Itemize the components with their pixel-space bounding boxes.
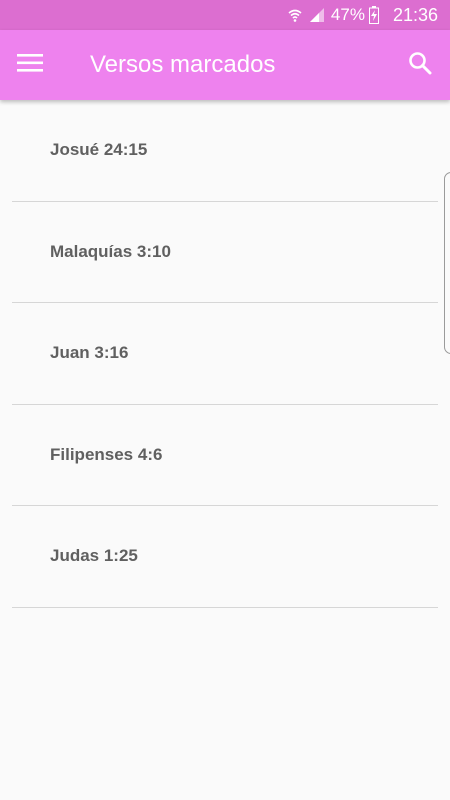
- status-bar: 47% 21:36: [0, 0, 450, 30]
- edge-panel-handle[interactable]: [444, 172, 450, 354]
- search-icon: [408, 51, 432, 80]
- verse-label: Josué 24:15: [50, 140, 148, 159]
- page-title: Versos marcados: [90, 51, 276, 78]
- list-item[interactable]: Malaquías 3:10: [12, 202, 438, 303]
- battery-charging-icon: [368, 6, 379, 24]
- list-item[interactable]: Judas 1:25: [12, 506, 438, 608]
- hamburger-menu-icon: [17, 53, 43, 78]
- verse-label: Malaquías 3:10: [50, 241, 171, 261]
- verse-label: Judas 1:25: [50, 546, 138, 565]
- status-time: 21:36: [392, 4, 438, 25]
- search-button[interactable]: [390, 30, 450, 100]
- battery-percent: 47%: [330, 5, 365, 24]
- app-bar: Versos marcados: [0, 30, 450, 100]
- list-item[interactable]: Josué 24:15: [12, 100, 438, 202]
- wifi-icon: [287, 7, 303, 23]
- verse-list: Josué 24:15 Malaquías 3:10 Juan 3:16 Fil…: [0, 100, 450, 608]
- verse-label: Filipenses 4:6: [50, 444, 163, 464]
- verse-label: Juan 3:16: [50, 343, 129, 362]
- signal-icon: [309, 7, 325, 23]
- list-item[interactable]: Filipenses 4:6: [12, 405, 438, 506]
- list-item[interactable]: Juan 3:16: [12, 303, 438, 405]
- menu-button[interactable]: [0, 30, 60, 100]
